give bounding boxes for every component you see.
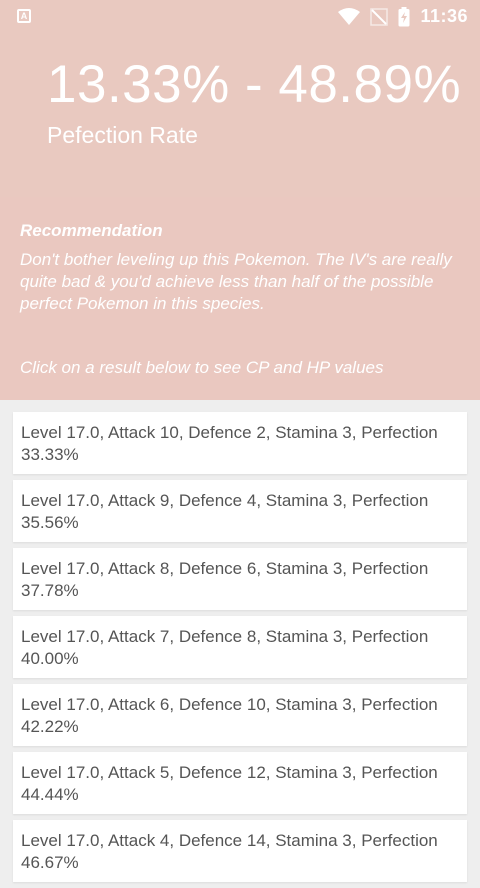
- recommendation-panel: Recommendation Don't bother leveling up …: [0, 197, 480, 400]
- status-bar: A 11:36: [0, 0, 480, 34]
- perfection-range: 13.33% - 48.89%: [47, 55, 462, 114]
- result-item[interactable]: Level 17.0, Attack 7, Defence 8, Stamina…: [13, 616, 467, 678]
- battery-charging-icon: [398, 6, 410, 27]
- result-item[interactable]: Level 17.0, Attack 10, Defence 2, Stamin…: [13, 412, 467, 474]
- result-item[interactable]: Level 17.0, Attack 9, Defence 4, Stamina…: [13, 480, 467, 542]
- results-list: Level 17.0, Attack 10, Defence 2, Stamin…: [13, 412, 467, 888]
- recommendation-title: Recommendation: [20, 221, 163, 240]
- notification-icon: A: [17, 9, 31, 23]
- result-item[interactable]: Level 17.0, Attack 8, Defence 6, Stamina…: [13, 548, 467, 610]
- status-icons: 11:36: [338, 6, 468, 27]
- perfection-header: 13.33% - 48.89% Pefection Rate: [0, 34, 480, 197]
- result-item[interactable]: Level 17.0, Attack 6, Defence 10, Stamin…: [13, 684, 467, 746]
- results-hint: Click on a result below to see CP and HP…: [20, 358, 384, 377]
- result-item[interactable]: Level 17.0, Attack 4, Defence 14, Stamin…: [13, 820, 467, 882]
- signal-off-icon: [370, 7, 389, 26]
- clock: 11:36: [420, 6, 468, 26]
- recommendation-text: Don't bother leveling up this Pokemon. T…: [20, 250, 452, 313]
- perfection-rate-label: Pefection Rate: [47, 122, 198, 148]
- wifi-icon: [338, 7, 361, 26]
- result-item[interactable]: Level 17.0, Attack 5, Defence 12, Stamin…: [13, 752, 467, 814]
